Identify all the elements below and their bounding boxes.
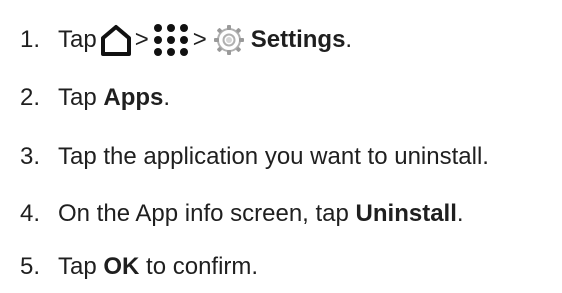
step-text-tap: Tap bbox=[58, 26, 97, 53]
instruction-list: 1. Tap > > Settings . 2. Tap Apps. 3. Ta… bbox=[0, 0, 562, 293]
step-2: 2. Tap Apps. bbox=[0, 83, 170, 113]
step-text: Tap Apps. bbox=[58, 84, 171, 111]
step-3: 3. Tap the application you want to unins… bbox=[0, 142, 489, 172]
step-4: 4. On the App info screen, tap Uninstall… bbox=[0, 199, 464, 229]
step-5: 5. Tap OK to confirm. bbox=[0, 252, 258, 282]
settings-label: Settings bbox=[250, 26, 346, 53]
step-number: 5. bbox=[19, 253, 40, 280]
home-icon bbox=[99, 24, 133, 56]
uninstall-label: Uninstall bbox=[355, 200, 457, 227]
step-punct: . bbox=[345, 26, 353, 53]
step-number: 1. bbox=[19, 26, 40, 53]
step-number: 3. bbox=[19, 143, 40, 170]
step-number: 2. bbox=[19, 84, 40, 111]
step-1: 1. Tap > > Settings . bbox=[0, 22, 352, 58]
settings-gear-icon bbox=[213, 24, 245, 56]
apps-grid-icon bbox=[151, 22, 191, 58]
step-text: Tap the application you want to uninstal… bbox=[58, 143, 489, 170]
separator-arrow: > bbox=[192, 26, 207, 53]
ok-label: OK bbox=[103, 253, 140, 280]
apps-label: Apps bbox=[103, 84, 164, 111]
step-text: On the App info screen, tap Uninstall. bbox=[58, 200, 464, 227]
step-number: 4. bbox=[19, 200, 40, 227]
step-text: Tap OK to confirm. bbox=[58, 253, 259, 280]
separator-arrow: > bbox=[134, 26, 149, 53]
